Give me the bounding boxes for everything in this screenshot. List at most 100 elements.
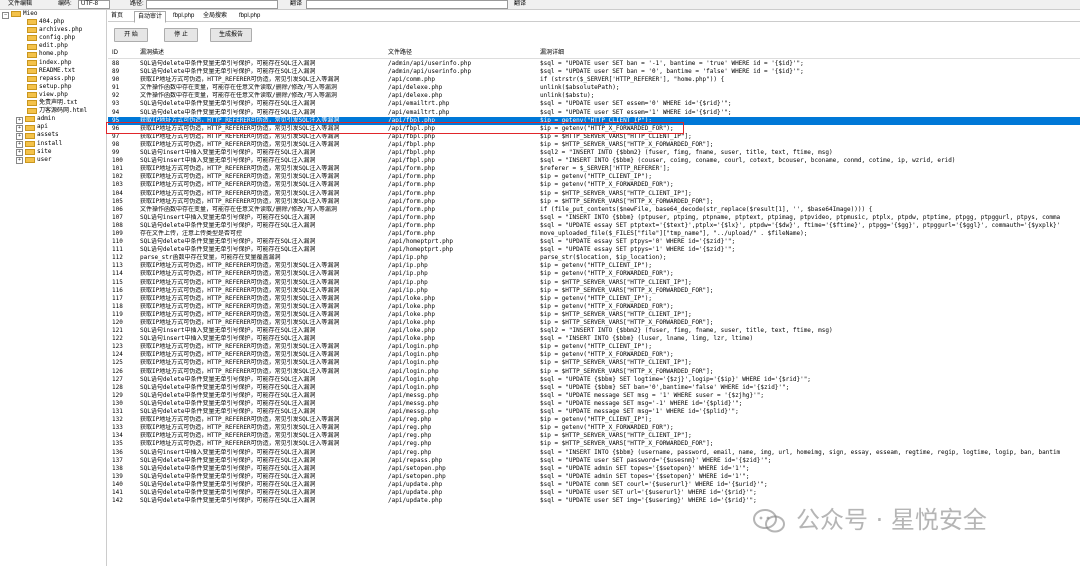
table-row[interactable]: 135 获取IP地址方式可伪造，HTTP_REFERER可伪造，常见引发SQL注入…	[108, 440, 1080, 448]
cell-detail: $sql = "UPDATE admin SET topes='{$setope…	[540, 472, 750, 480]
column-path[interactable]: 文件路径	[388, 48, 412, 58]
tab-2[interactable]: fbpl.php	[170, 11, 197, 21]
file-icon	[27, 59, 37, 66]
table-row[interactable]: 101 获取IP地址方式可伪造，HTTP_REFERER可伪造，常见引发SQL注入…	[108, 165, 1080, 173]
table-row[interactable]: 94 SQL语句delete中条件变量无单引号保护，可能存在SQL注入漏洞/api…	[108, 109, 1080, 117]
table-row[interactable]: 104 获取IP地址方式可伪造，HTTP_REFERER可伪造，常见引发SQL注入…	[108, 190, 1080, 198]
table-row[interactable]: 116 获取IP地址方式可伪造，HTTP_REFERER可伪造，常见引发SQL注入…	[108, 287, 1080, 295]
table-row[interactable]: 117 获取IP地址方式可伪造，HTTP_REFERER可伪造，常见引发SQL注入…	[108, 295, 1080, 303]
cell-path: /api/ip.php	[388, 286, 428, 294]
table-row[interactable]: 128 SQL语句delete中条件变量无单引号保护，可能存在SQL注入漏洞/ap…	[108, 384, 1080, 392]
cell-desc: 获取IP地址方式可伪造，HTTP_REFERER可伪造，常见引发SQL注入等漏洞	[140, 181, 340, 189]
cell-path: /api/ip.php	[388, 270, 428, 278]
table-row[interactable]: 119 获取IP地址方式可伪造，HTTP_REFERER可伪造，常见引发SQL注入…	[108, 311, 1080, 319]
table-row[interactable]: 142 SQL语句delete中条件变量无单引号保护，可能存在SQL注入漏洞/ap…	[108, 497, 1080, 505]
tree-node-label: admin	[37, 115, 56, 123]
table-row[interactable]: 130 SQL语句delete中条件变量无单引号保护，可能存在SQL注入漏洞/ap…	[108, 400, 1080, 408]
table-row[interactable]: 99 SQL语句insert中插入变量无单引号保护，可能存在SQL注入漏洞/api…	[108, 149, 1080, 157]
cell-detail: $ip = $HTTP_SERVER_VARS["HTTP_CLIENT_IP"…	[540, 310, 692, 318]
table-row[interactable]: 102 获取IP地址方式可伪造，HTTP_REFERER可伪造，常见引发SQL注入…	[108, 173, 1080, 181]
table-row[interactable]: 111 SQL语句delete中条件变量无单引号保护，可能存在SQL注入漏洞/ap…	[108, 246, 1080, 254]
table-row[interactable]: 103 获取IP地址方式可伪造，HTTP_REFERER可伪造，常见引发SQL注入…	[108, 181, 1080, 189]
report-button[interactable]: 生成报告	[210, 28, 252, 42]
tab-4[interactable]: fbpl.php	[236, 11, 263, 21]
column-desc[interactable]: 漏洞描述	[140, 48, 164, 58]
start-button[interactable]: 开 始	[114, 28, 148, 42]
tab-1[interactable]: 自动审计	[134, 11, 167, 23]
table-row[interactable]: 113 获取IP地址方式可伪造，HTTP_REFERER可伪造，常见引发SQL注入…	[108, 262, 1080, 270]
table-row[interactable]: 133 获取IP地址方式可伪造，HTTP_REFERER可伪造，常见引发SQL注入…	[108, 424, 1080, 432]
table-row[interactable]: 124 获取IP地址方式可伪造，HTTP_REFERER可伪造，常见引发SQL注入…	[108, 351, 1080, 359]
table-row[interactable]: 127 SQL语句delete中条件变量无单引号保护，可能存在SQL注入漏洞/ap…	[108, 376, 1080, 384]
table-row[interactable]: 139 SQL语句delete中条件变量无单引号保护，可能存在SQL注入漏洞/ap…	[108, 473, 1080, 481]
expand-icon[interactable]: +	[16, 157, 23, 165]
expand-icon[interactable]: +	[16, 132, 23, 140]
cell-desc: 获取IP地址方式可伪造，HTTP_REFERER可伪造，常见引发SQL注入等漏洞	[140, 173, 340, 181]
table-row[interactable]: 98 获取IP地址方式可伪造，HTTP_REFERER可伪造，常见引发SQL注入等…	[108, 141, 1080, 149]
file-edit-label[interactable]: 文件编辑	[8, 0, 32, 9]
tree-node-label: 免责声明.txt	[39, 99, 78, 107]
table-row[interactable]: 136 SQL语句insert中插入变量无单引号保护，可能存在SQL注入漏洞/ap…	[108, 449, 1080, 457]
table-row[interactable]: 118 获取IP地址方式可伪造，HTTP_REFERER可伪造，常见引发SQL注入…	[108, 303, 1080, 311]
table-row[interactable]: 137 SQL语句delete中条件变量无单引号保护，可能存在SQL注入漏洞/ap…	[108, 457, 1080, 465]
table-row[interactable]: 110 SQL语句delete中条件变量无单引号保护，可能存在SQL注入漏洞/ap…	[108, 238, 1080, 246]
table-row[interactable]: 105 获取IP地址方式可伪造，HTTP_REFERER可伪造，常见引发SQL注入…	[108, 198, 1080, 206]
collapse-icon[interactable]: −	[2, 11, 9, 19]
cell-path: /api/update.php	[388, 488, 443, 496]
table-row[interactable]: 90 获取IP地址方式可伪造，HTTP_REFERER可伪造，常见引发SQL注入等…	[108, 76, 1080, 84]
table-row[interactable]: 129 SQL语句delete中条件变量无单引号保护，可能存在SQL注入漏洞/ap…	[108, 392, 1080, 400]
table-row[interactable]: 120 获取IP地址方式可伪造，HTTP_REFERER可伪造，常见引发SQL注入…	[108, 319, 1080, 327]
expand-icon[interactable]: +	[16, 116, 23, 124]
table-row[interactable]: 140 SQL语句delete中条件变量无单引号保护，可能存在SQL注入漏洞/ap…	[108, 481, 1080, 489]
expand-icon[interactable]: +	[16, 141, 23, 148]
table-row[interactable]: 112 parse_str函数中存在变量，可能存在变量覆盖漏洞/api/ip.ph…	[108, 254, 1080, 262]
cell-path: /api/messg.php	[388, 399, 439, 407]
tab-3[interactable]: 全局搜索	[200, 11, 230, 21]
cell-path: /api/messg.php	[388, 391, 439, 399]
path-input[interactable]	[146, 0, 278, 9]
table-row[interactable]: 122 SQL语句insert中插入变量无单引号保护，可能存在SQL注入漏洞/ap…	[108, 335, 1080, 343]
table-row[interactable]: 107 SQL语句insert中插入变量无单引号保护，可能存在SQL注入漏洞/ap…	[108, 214, 1080, 222]
table-row[interactable]: 92 文件操作函数中存在变量，可能存在任意文件读取/删除/修改/写入等漏洞/api…	[108, 92, 1080, 100]
table-row[interactable]: 88 SQL语句delete中条件变量无单引号保护，可能存在SQL注入漏洞/adm…	[108, 60, 1080, 68]
column-id[interactable]: ID	[112, 48, 118, 58]
file-icon	[27, 100, 37, 107]
expand-icon[interactable]: +	[16, 124, 23, 132]
cell-path: /api/emailtrt.php	[388, 108, 450, 116]
table-row[interactable]: 97 获取IP地址方式可伪造，HTTP_REFERER可伪造，常见引发SQL注入等…	[108, 133, 1080, 141]
translate-input[interactable]	[306, 0, 508, 9]
stop-button[interactable]: 停 止	[164, 28, 198, 42]
encoding-select[interactable]: UTF-8	[78, 0, 110, 9]
table-row[interactable]: 134 获取IP地址方式可伪造，HTTP_REFERER可伪造，常见引发SQL注入…	[108, 432, 1080, 440]
table-row[interactable]: 126 获取IP地址方式可伪造，HTTP_REFERER可伪造，常见引发SQL注入…	[108, 368, 1080, 376]
tab-0[interactable]: 首页	[108, 11, 126, 21]
file-icon	[27, 75, 37, 82]
table-row[interactable]: 121 SQL语句insert中插入变量无单引号保护，可能存在SQL注入漏洞/ap…	[108, 327, 1080, 335]
table-row[interactable]: 89 SQL语句delete中条件变量无单引号保护，可能存在SQL注入漏洞/adm…	[108, 68, 1080, 76]
tree-node-label: setup.php	[39, 82, 72, 90]
table-row[interactable]: 106 文件操作函数中存在变量，可能存在任意文件读取/删除/修改/写入等漏洞/ap…	[108, 206, 1080, 214]
cell-detail: unlink($abstu);	[540, 92, 595, 100]
table-row[interactable]: 93 SQL语句delete中条件变量无单引号保护，可能存在SQL注入漏洞/api…	[108, 100, 1080, 108]
table-row[interactable]: 131 SQL语句delete中条件变量无单引号保护，可能存在SQL注入漏洞/ap…	[108, 408, 1080, 416]
table-row[interactable]: 109 存在文件上传，注意上传类型是否可控/api/form.php move_up…	[108, 230, 1080, 238]
table-row[interactable]: 115 获取IP地址方式可伪造，HTTP_REFERER可伪造，常见引发SQL注入…	[108, 279, 1080, 287]
cell-id: 133	[112, 424, 123, 432]
table-row[interactable]: 125 获取IP地址方式可伪造，HTTP_REFERER可伪造，常见引发SQL注入…	[108, 359, 1080, 367]
cell-path: /api/setopen.php	[388, 464, 446, 472]
tree-node-label: repass.php	[39, 74, 76, 82]
translate-button[interactable]: 翻译	[514, 0, 526, 9]
cell-path: /api/reg.php	[388, 424, 432, 432]
column-detail[interactable]: 漏洞详细	[540, 48, 564, 58]
expand-icon[interactable]: +	[16, 149, 23, 157]
table-row[interactable]: 141 SQL语句delete中条件变量无单引号保护，可能存在SQL注入漏洞/ap…	[108, 489, 1080, 497]
table-row[interactable]: 100 SQL语句insert中插入变量无单引号保护，可能存在SQL注入漏洞/ap…	[108, 157, 1080, 165]
table-row[interactable]: 123 获取IP地址方式可伪造，HTTP_REFERER可伪造，常见引发SQL注入…	[108, 343, 1080, 351]
table-row[interactable]: 91 文件操作函数中存在变量，可能存在任意文件读取/删除/修改/写入等漏洞/api…	[108, 84, 1080, 92]
cell-desc: SQL语句delete中条件变量无单引号保护，可能存在SQL注入漏洞	[140, 464, 316, 472]
table-row[interactable]: 132 获取IP地址方式可伪造，HTTP_REFERER可伪造，常见引发SQL注入…	[108, 416, 1080, 424]
table-row[interactable]: 138 SQL语句delete中条件变量无单引号保护，可能存在SQL注入漏洞/ap…	[108, 465, 1080, 473]
table-row[interactable]: 114 获取IP地址方式可伪造，HTTP_REFERER可伪造，常见引发SQL注入…	[108, 270, 1080, 278]
table-row[interactable]: 108 SQL语句delete中条件变量无单引号保护，可能存在SQL注入漏洞/ap…	[108, 222, 1080, 230]
file-icon	[27, 51, 37, 58]
